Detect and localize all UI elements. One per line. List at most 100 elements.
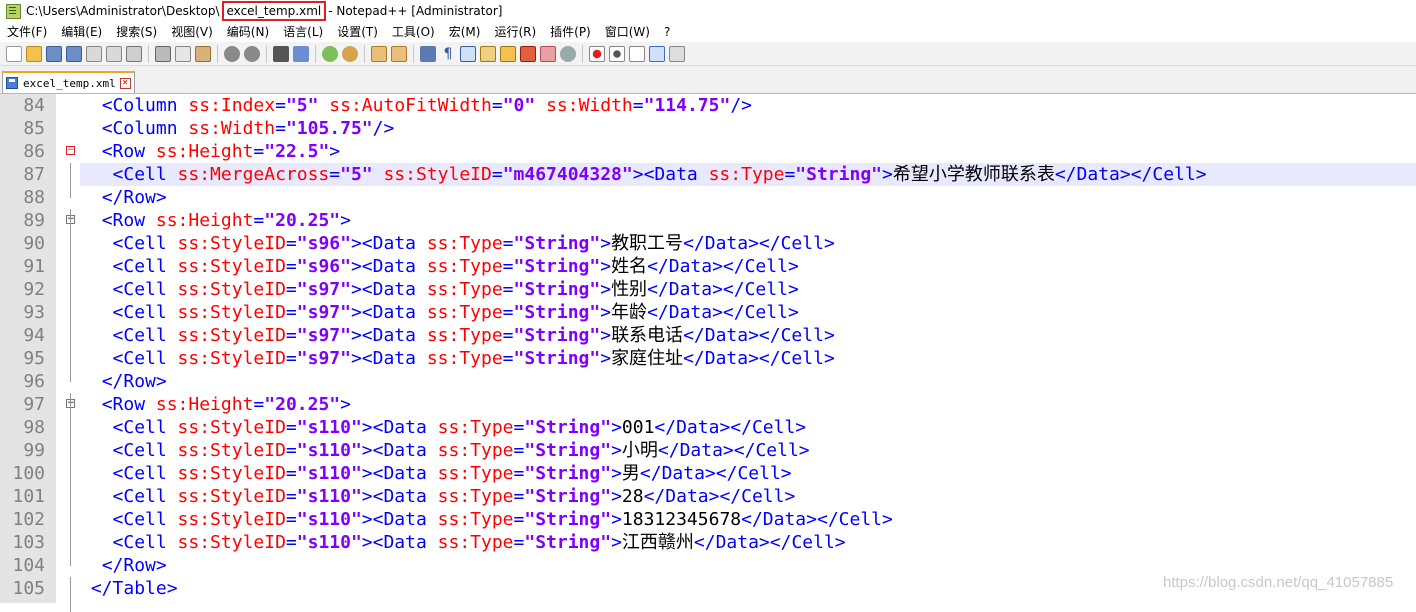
code-line[interactable]: 94 <Cell ss:StyleID="s97"><Data ss:Type=… bbox=[0, 324, 1416, 347]
paste-icon[interactable] bbox=[195, 45, 211, 62]
xml-attribute: ss:Type bbox=[437, 463, 514, 484]
xml-tag: </Data></Cell> bbox=[657, 440, 810, 461]
save-icon[interactable] bbox=[46, 45, 62, 62]
tab-label: excel_temp.xml bbox=[23, 76, 116, 90]
replace-icon[interactable] bbox=[293, 45, 309, 62]
xml-text: 江西赣州 bbox=[621, 532, 694, 553]
monitoring-icon[interactable] bbox=[560, 45, 576, 62]
toolbar-separator bbox=[582, 44, 583, 63]
new-file-icon[interactable] bbox=[6, 45, 22, 62]
save-all-icon[interactable] bbox=[66, 45, 82, 62]
xml-value: "22.5" bbox=[264, 141, 330, 162]
find-icon[interactable] bbox=[273, 45, 289, 62]
run-macro-multiple-icon[interactable] bbox=[649, 45, 665, 62]
code-line[interactable]: 98 <Cell ss:StyleID="s110"><Data ss:Type… bbox=[0, 416, 1416, 439]
xml-tag: ><Data bbox=[632, 164, 709, 185]
code-line[interactable]: 91 <Cell ss:StyleID="s96"><Data ss:Type=… bbox=[0, 255, 1416, 278]
code-line[interactable]: 84 <Column ss:Index="5" ss:AutoFitWidth=… bbox=[0, 94, 1416, 117]
xml-value: "s110" bbox=[296, 486, 362, 507]
doc-map-icon[interactable] bbox=[500, 45, 516, 62]
code-line[interactable]: 100 <Cell ss:StyleID="s110"><Data ss:Typ… bbox=[0, 462, 1416, 485]
code-line[interactable]: 95 <Cell ss:StyleID="s97"><Data ss:Type=… bbox=[0, 347, 1416, 370]
tab-excel-temp-xml[interactable]: excel_temp.xml × bbox=[2, 71, 135, 93]
code-line[interactable]: 89− <Row ss:Height="20.25"> bbox=[0, 209, 1416, 232]
code-line[interactable]: 92 <Cell ss:StyleID="s97"><Data ss:Type=… bbox=[0, 278, 1416, 301]
code-text: </Row> bbox=[80, 554, 167, 577]
code-line[interactable]: 96 </Row> bbox=[0, 370, 1416, 393]
show-all-chars-icon[interactable]: ¶ bbox=[440, 46, 456, 62]
stop-macro-icon[interactable] bbox=[609, 45, 625, 62]
code-line[interactable]: 93 <Cell ss:StyleID="s97"><Data ss:Type=… bbox=[0, 301, 1416, 324]
save-macro-icon[interactable] bbox=[669, 45, 685, 62]
xml-tag: = bbox=[513, 463, 525, 484]
code-line[interactable]: 102 <Cell ss:StyleID="s110"><Data ss:Typ… bbox=[0, 508, 1416, 531]
code-line[interactable]: 87 <Cell ss:MergeAcross="5" ss:StyleID="… bbox=[0, 163, 1416, 186]
menu-search[interactable]: 搜索(S) bbox=[109, 22, 164, 42]
folder-workspace-icon[interactable] bbox=[540, 45, 556, 62]
xml-tag: <Cell bbox=[112, 509, 178, 530]
xml-value: "String" bbox=[513, 348, 601, 369]
copy-icon[interactable] bbox=[175, 45, 191, 62]
menu-edit[interactable]: 编辑(E) bbox=[54, 22, 109, 42]
xml-value: "s96" bbox=[296, 256, 351, 277]
undo-icon[interactable] bbox=[224, 45, 240, 62]
saved-file-icon bbox=[6, 77, 18, 89]
print-icon[interactable] bbox=[126, 45, 142, 62]
cut-icon[interactable] bbox=[155, 45, 171, 62]
zoom-out-icon[interactable] bbox=[342, 45, 358, 62]
line-number: 96 bbox=[23, 371, 45, 392]
redo-icon[interactable] bbox=[244, 45, 260, 62]
notepadpp-app-icon bbox=[6, 3, 21, 19]
indent-guide-icon[interactable] bbox=[460, 45, 476, 62]
function-list-icon[interactable] bbox=[520, 45, 536, 62]
xml-text: 家庭住址 bbox=[611, 348, 684, 369]
code-line[interactable]: 88 </Row> bbox=[0, 186, 1416, 209]
user-language-icon[interactable] bbox=[480, 45, 496, 62]
menu-language[interactable]: 语言(L) bbox=[276, 22, 330, 42]
code-line[interactable]: 97− <Row ss:Height="20.25"> bbox=[0, 393, 1416, 416]
code-line[interactable]: 90 <Cell ss:StyleID="s96"><Data ss:Type=… bbox=[0, 232, 1416, 255]
xml-value: "s110" bbox=[296, 463, 362, 484]
xml-tag: > bbox=[600, 279, 612, 300]
code-line[interactable]: 103 <Cell ss:StyleID="s110"><Data ss:Typ… bbox=[0, 531, 1416, 554]
code-line[interactable]: 101 <Cell ss:StyleID="s110"><Data ss:Typ… bbox=[0, 485, 1416, 508]
xml-tag: </Data></Cell> bbox=[654, 417, 807, 438]
xml-text: 联系电话 bbox=[611, 325, 684, 346]
word-wrap-icon[interactable] bbox=[420, 45, 436, 62]
zoom-in-icon[interactable] bbox=[322, 45, 338, 62]
menu-view[interactable]: 视图(V) bbox=[164, 22, 220, 42]
close-all-icon[interactable] bbox=[106, 45, 122, 62]
close-file-icon[interactable] bbox=[86, 45, 102, 62]
xml-attribute: ss:Type bbox=[426, 233, 503, 254]
xml-tag: </Table> bbox=[90, 578, 178, 599]
fold-toggle-icon[interactable]: − bbox=[66, 146, 75, 155]
menu-help[interactable]: ? bbox=[657, 22, 677, 42]
open-file-icon[interactable] bbox=[26, 45, 42, 62]
watermark: https://blog.csdn.net/qq_41057885 bbox=[1163, 574, 1394, 591]
menu-encoding[interactable]: 编码(N) bbox=[220, 22, 276, 42]
menu-run[interactable]: 运行(R) bbox=[487, 22, 543, 42]
menu-tools[interactable]: 工具(O) bbox=[385, 22, 442, 42]
code-line[interactable]: 99 <Cell ss:StyleID="s110"><Data ss:Type… bbox=[0, 439, 1416, 462]
sync-vertical-icon[interactable] bbox=[371, 45, 387, 62]
menu-macro[interactable]: 宏(M) bbox=[442, 22, 488, 42]
line-number: 93 bbox=[23, 302, 45, 323]
toolbar-separator bbox=[413, 44, 414, 63]
close-icon[interactable]: × bbox=[119, 77, 131, 89]
code-editor[interactable]: 84 <Column ss:Index="5" ss:AutoFitWidth=… bbox=[0, 94, 1416, 612]
record-macro-icon[interactable] bbox=[589, 45, 605, 62]
code-line[interactable]: 85 <Column ss:Width="105.75"/> bbox=[0, 117, 1416, 140]
sync-horizontal-icon[interactable] bbox=[391, 45, 407, 62]
menu-settings[interactable]: 设置(T) bbox=[330, 22, 385, 42]
play-macro-icon[interactable] bbox=[629, 45, 645, 62]
menu-file[interactable]: 文件(F) bbox=[0, 22, 54, 42]
menu-bar: 文件(F) 编辑(E) 搜索(S) 视图(V) 编码(N) 语言(L) 设置(T… bbox=[0, 22, 1416, 42]
menu-window[interactable]: 窗口(W) bbox=[598, 22, 657, 42]
menu-plugins[interactable]: 插件(P) bbox=[543, 22, 598, 42]
code-text: <Cell ss:StyleID="s97"><Data ss:Type="St… bbox=[80, 278, 799, 301]
code-line[interactable]: 86 − <Row ss:Height="22.5"> bbox=[0, 140, 1416, 163]
